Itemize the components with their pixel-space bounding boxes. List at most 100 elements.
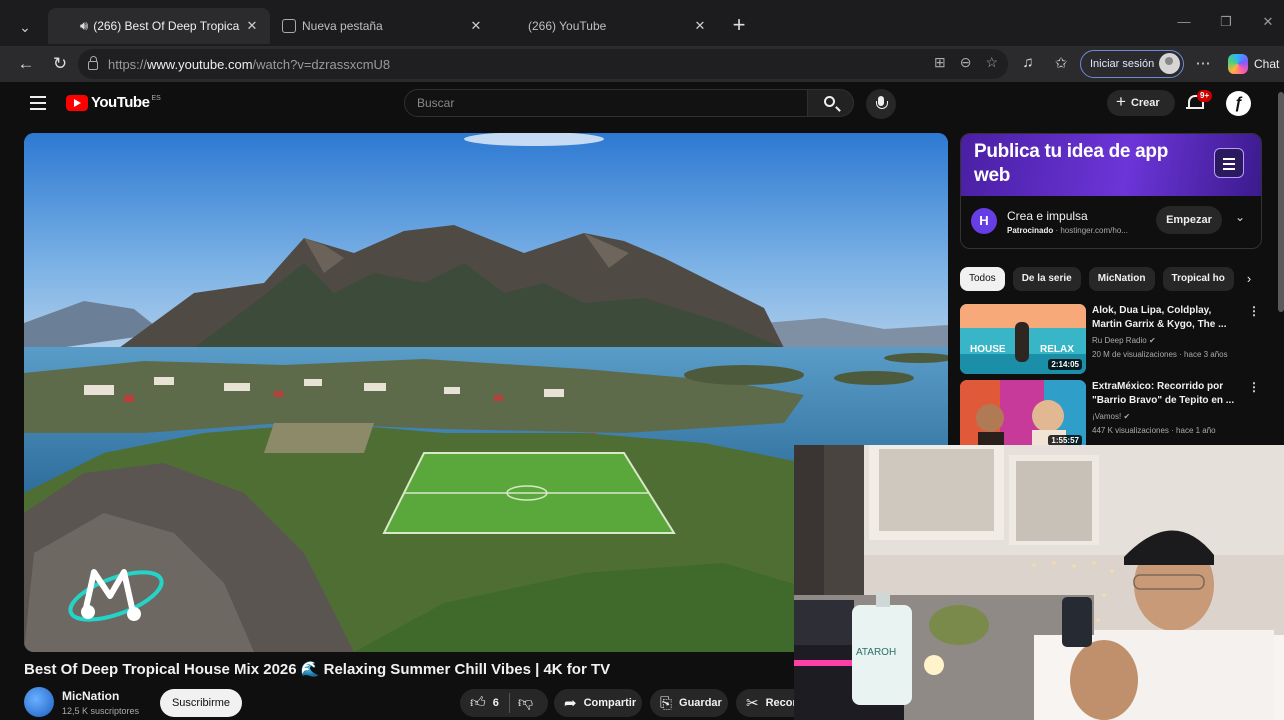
hostinger-logo: H: [971, 208, 997, 234]
tab-youtube-video[interactable]: 🔊︎ (266) Best Of Deep Tropical H ✕: [48, 8, 270, 114]
recommended-channel: Ru Deep Radio ✔: [1092, 336, 1156, 345]
notification-badge: 9+: [1197, 90, 1213, 102]
extensions-icon[interactable]: ♫: [1018, 54, 1038, 74]
back-arrow-icon[interactable]: ←: [14, 52, 38, 76]
app-available-icon[interactable]: ⊞: [934, 54, 946, 71]
search-icon: [824, 96, 835, 107]
like-count[interactable]: 6: [493, 697, 499, 709]
recommended-video[interactable]: 1:55:57 ExtraMéxico: Recorrido por "Barr…: [960, 380, 1262, 450]
channel-name[interactable]: MicNation: [62, 689, 119, 703]
youtube-logo[interactable]: YouTube ES: [66, 94, 161, 111]
country-code: ES: [151, 95, 161, 102]
video-thumbnail[interactable]: 1:55:57: [960, 380, 1086, 450]
video-duration: 2:14:05: [1048, 359, 1082, 370]
address-bar[interactable]: https://www.youtube.com/watch?v=dzrassxc…: [78, 49, 1008, 79]
favorite-star-icon[interactable]: ☆: [985, 54, 998, 71]
youtube-wordmark: YouTube: [91, 94, 150, 111]
recommended-channel-name: ¡Vamos!: [1092, 412, 1122, 421]
tab-title: (266) YouTube: [528, 19, 607, 33]
youtube-play-icon: [66, 94, 88, 111]
thumbs-down-icon[interactable]: 👎︎: [518, 694, 533, 712]
recommended-channel: ¡Vamos! ✔: [1092, 412, 1130, 421]
save-label: Guardar: [679, 697, 722, 709]
like-dislike-group: 👍︎ 6 👎︎: [460, 689, 548, 717]
sponsored-label: Patrocinado: [1007, 226, 1054, 235]
tab-new-tab[interactable]: Nueva pestaña ✕: [272, 8, 494, 44]
video-title-main: Best Of Deep Tropical House Mix 2026: [24, 661, 297, 678]
menu-icon[interactable]: [30, 96, 46, 110]
browser-toolbar: ← ↻ https://www.youtube.com/watch?v=dzra…: [0, 46, 1284, 82]
chip-todos[interactable]: Todos: [960, 267, 1005, 291]
chevron-right-icon[interactable]: ›: [1236, 267, 1262, 291]
copilot-label: Chat: [1254, 57, 1280, 71]
reload-icon[interactable]: ↻: [48, 52, 72, 76]
video-thumbnail[interactable]: HOUSE RELAX 2:14:05: [960, 304, 1086, 374]
create-button[interactable]: + Crear: [1107, 90, 1175, 116]
channel-avatar[interactable]: [24, 687, 54, 717]
microphone-icon[interactable]: [866, 89, 896, 119]
tab-youtube-home[interactable]: (266) YouTube ✕: [496, 8, 718, 114]
more-options-icon[interactable]: ⋯: [1193, 54, 1213, 74]
close-tab-icon[interactable]: ✕: [692, 18, 708, 34]
search-button[interactable]: [808, 89, 854, 117]
signin-button[interactable]: Iniciar sesión: [1080, 50, 1184, 78]
save-button[interactable]: ⎘ Guardar: [650, 689, 728, 717]
more-vert-icon[interactable]: ⋮: [1248, 380, 1260, 394]
ad-headline: Publica tu idea de app web: [974, 141, 1168, 186]
close-tab-icon[interactable]: ✕: [244, 18, 260, 34]
bookmark-icon: ⎘: [660, 694, 673, 712]
recommended-title[interactable]: Alok, Dua Lipa, Coldplay, Martin Garrix …: [1092, 304, 1242, 332]
subscriber-count: 12,5 K suscriptores: [62, 706, 140, 716]
share-button[interactable]: ➦ Compartir: [554, 689, 642, 717]
page-scrollbar[interactable]: [1278, 92, 1284, 312]
new-tab-button[interactable]: +: [728, 14, 750, 38]
page-icon: [282, 19, 296, 33]
verified-icon: ✔: [1148, 336, 1156, 345]
chevron-down-icon: ⌄: [19, 18, 31, 35]
thumbs-up-icon[interactable]: 👍︎: [470, 694, 486, 712]
share-icon: ➦: [564, 695, 577, 712]
url-host: www.youtube.com: [147, 56, 253, 72]
search-input[interactable]: Buscar: [404, 89, 808, 117]
tab-title: Nueva pestaña: [302, 19, 383, 33]
chip-tropical-house[interactable]: Tropical ho: [1162, 267, 1234, 291]
ad-banner[interactable]: Publica tu idea de app web: [961, 134, 1261, 196]
speaker-icon[interactable]: 🔊︎: [80, 18, 88, 34]
recommended-video[interactable]: HOUSE RELAX 2:14:05 Alok, Dua Lipa, Cold…: [960, 304, 1262, 374]
webcam-overlay: ATAROH: [794, 445, 1284, 720]
svg-text:RELAX: RELAX: [1040, 344, 1074, 355]
url-prefix: https://: [108, 56, 148, 72]
browser-tab-bar: ⌄ 🔊︎ (266) Best Of Deep Tropical H ✕ Nue…: [0, 0, 1284, 114]
recommended-stats: 20 M de visualizaciones · hace 3 años: [1092, 350, 1228, 359]
close-tab-icon[interactable]: ✕: [468, 18, 484, 34]
copilot-chat-button[interactable]: Chat: [1228, 54, 1279, 74]
zoom-icon[interactable]: ⊖: [960, 54, 972, 71]
ad-domain: hostinger.com/ho...: [1060, 226, 1128, 235]
tab-actions-menu-button[interactable]: ⌄: [10, 13, 40, 41]
ad-advertiser-name: Crea e impulsa: [1007, 209, 1088, 223]
chip-micnation[interactable]: MicNation: [1088, 267, 1155, 291]
verified-icon: ✔: [1123, 412, 1131, 421]
account-avatar[interactable]: ƒ: [1226, 91, 1251, 116]
ad-meta: Patrocinado · hostinger.com/ho...: [1007, 226, 1128, 235]
plus-icon: +: [1116, 92, 1126, 111]
tab-title: (266) Best Of Deep Tropical H: [93, 19, 240, 33]
close-window-icon[interactable]: ✕: [1258, 14, 1278, 34]
restore-icon[interactable]: ❐: [1216, 14, 1236, 34]
video-title: Best Of Deep Tropical House Mix 2026 🌊 R…: [24, 660, 610, 678]
subscribe-button[interactable]: Suscribirme: [160, 689, 242, 717]
ad-cta-button[interactable]: Empezar: [1156, 206, 1222, 234]
favorites-icon[interactable]: ✩: [1051, 54, 1071, 74]
recommended-title[interactable]: ExtraMéxico: Recorrido por "Barrio Bravo…: [1092, 380, 1242, 408]
svg-text:ATAROH: ATAROH: [856, 647, 896, 658]
video-title-emoji: 🌊: [300, 661, 320, 678]
sponsored-ad-card[interactable]: Publica tu idea de app web H Crea e impu…: [960, 133, 1262, 249]
more-vert-icon[interactable]: ⋮: [1248, 304, 1260, 318]
svg-text:HOUSE: HOUSE: [970, 344, 1006, 355]
chevron-down-icon[interactable]: ⌄: [1235, 210, 1245, 224]
minimize-icon[interactable]: —: [1174, 14, 1194, 34]
divider: [508, 693, 510, 713]
chip-de-la-serie[interactable]: De la serie: [1012, 267, 1081, 291]
share-label: Compartir: [583, 697, 637, 709]
related-filter-chips: Todos De la serie MicNation Tropical ho: [960, 267, 1262, 291]
